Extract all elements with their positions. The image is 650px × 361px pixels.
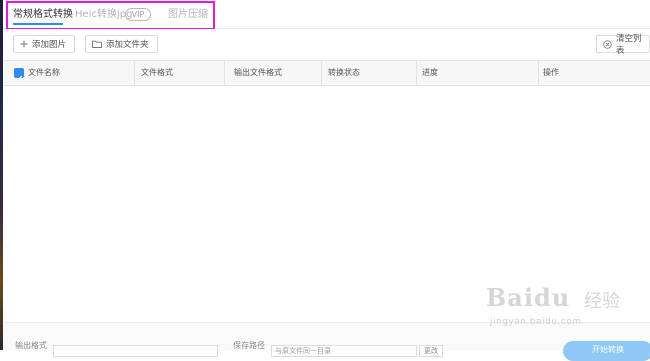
column-header-progress: 进度 [422, 68, 438, 77]
add-image-button[interactable]: 添加图片 [13, 35, 75, 53]
plus-icon [20, 40, 28, 48]
column-header-file-name: 文件名称 [28, 68, 60, 77]
clear-list-label: 清空列表 [616, 34, 642, 56]
column-divider [321, 61, 322, 85]
app-window: 常规格式转换 Heic转换jpg VIP 图片压缩 添加图片 添加文件夹 清空列… [3, 0, 650, 361]
file-list-area[interactable] [3, 86, 650, 322]
footer-bar: 输出格式 保存路径 与原文件同一目录 更改 开始转换 [3, 322, 650, 361]
column-header-output-format: 输出文件格式 [234, 68, 282, 77]
tab-heic-to-jpg[interactable]: Heic转换jpg [75, 8, 132, 21]
tab-bar: 常规格式转换 Heic转换jpg VIP 图片压缩 [3, 0, 650, 29]
column-header-actions: 操作 [543, 68, 559, 77]
tab-image-compression[interactable]: 图片压缩 [168, 8, 208, 21]
folder-icon [92, 40, 102, 48]
vip-badge: VIP [125, 8, 151, 21]
tab-regular-conversion[interactable]: 常规格式转换 [13, 8, 73, 21]
table-header: 文件名称 文件格式 输出文件格式 转换状态 进度 操作 [3, 60, 650, 86]
output-format-select[interactable] [53, 345, 218, 357]
change-path-button[interactable]: 更改 [419, 345, 443, 357]
clear-list-button[interactable]: 清空列表 [596, 34, 650, 56]
start-conversion-button[interactable]: 开始转换 [563, 341, 650, 361]
checkmark-icon [15, 75, 23, 82]
clear-circle-icon [603, 39, 612, 49]
active-tab-underline [13, 23, 63, 25]
toolbar: 添加图片 添加文件夹 清空列表 [3, 29, 650, 59]
column-divider [134, 61, 135, 85]
column-divider [538, 61, 539, 85]
add-folder-button[interactable]: 添加文件夹 [85, 35, 158, 53]
column-divider [416, 61, 417, 85]
column-header-status: 转换状态 [328, 68, 360, 77]
add-image-label: 添加图片 [32, 40, 67, 50]
select-all-checkbox[interactable] [14, 68, 24, 82]
add-folder-label: 添加文件夹 [106, 40, 149, 50]
column-divider [224, 61, 225, 85]
save-path-select[interactable]: 与原文件同一目录 [271, 345, 417, 357]
output-format-label: 输出格式 [15, 341, 47, 350]
column-header-file-format: 文件格式 [141, 68, 173, 77]
save-path-label: 保存路径 [233, 341, 265, 350]
